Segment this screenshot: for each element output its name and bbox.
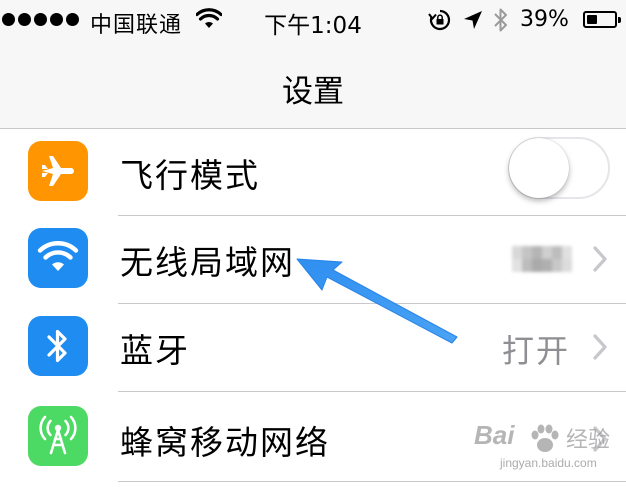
settings-row-label: 蓝牙 bbox=[120, 331, 190, 370]
battery-percent: 39% bbox=[520, 7, 569, 32]
watermark-brand: Bai bbox=[474, 420, 515, 450]
page-title: 设置 bbox=[282, 74, 344, 110]
status-bar: 中国联通 下午1:04 39% bbox=[0, 0, 626, 40]
baidu-jingyan-watermark: Bai 经验 jingyan.baidu.com bbox=[470, 420, 620, 482]
watermark-suffix: 经验 bbox=[566, 428, 611, 453]
chevron-right-icon bbox=[592, 246, 608, 276]
settings-row-bluetooth[interactable]: 蓝牙 打开 bbox=[0, 304, 626, 392]
settings-row-wlan[interactable]: 无线局域网 bbox=[0, 216, 626, 304]
toggle-knob bbox=[509, 138, 569, 198]
settings-screen: 中国联通 下午1:04 39% 设置 飞行模式 无线局域网 蓝牙 打开 蜂窝移动… bbox=[0, 0, 626, 487]
airplane-icon bbox=[28, 141, 88, 201]
battery-icon bbox=[583, 11, 621, 28]
cellular-antenna-icon bbox=[28, 406, 88, 466]
wifi-icon bbox=[28, 228, 88, 288]
bluetooth-icon bbox=[28, 316, 88, 376]
blurred-network-name bbox=[512, 246, 574, 272]
location-arrow-icon bbox=[463, 10, 483, 36]
bluetooth-status-value: 打开 bbox=[501, 332, 570, 370]
bluetooth-icon bbox=[493, 7, 509, 39]
settings-row-label: 飞行模式 bbox=[120, 156, 260, 195]
airplane-mode-toggle[interactable] bbox=[508, 137, 610, 199]
settings-row-label: 蜂窝移动网络 bbox=[120, 423, 330, 462]
settings-row-airplane-mode[interactable]: 飞行模式 bbox=[0, 129, 626, 216]
battery-fill bbox=[587, 15, 597, 24]
chevron-right-icon bbox=[592, 334, 608, 364]
watermark-url: jingyan.baidu.com bbox=[500, 456, 597, 470]
rotation-lock-icon bbox=[428, 9, 452, 37]
settings-row-label: 无线局域网 bbox=[120, 243, 295, 282]
navigation-bar: 设置 bbox=[0, 40, 626, 129]
paw-icon bbox=[528, 424, 562, 458]
